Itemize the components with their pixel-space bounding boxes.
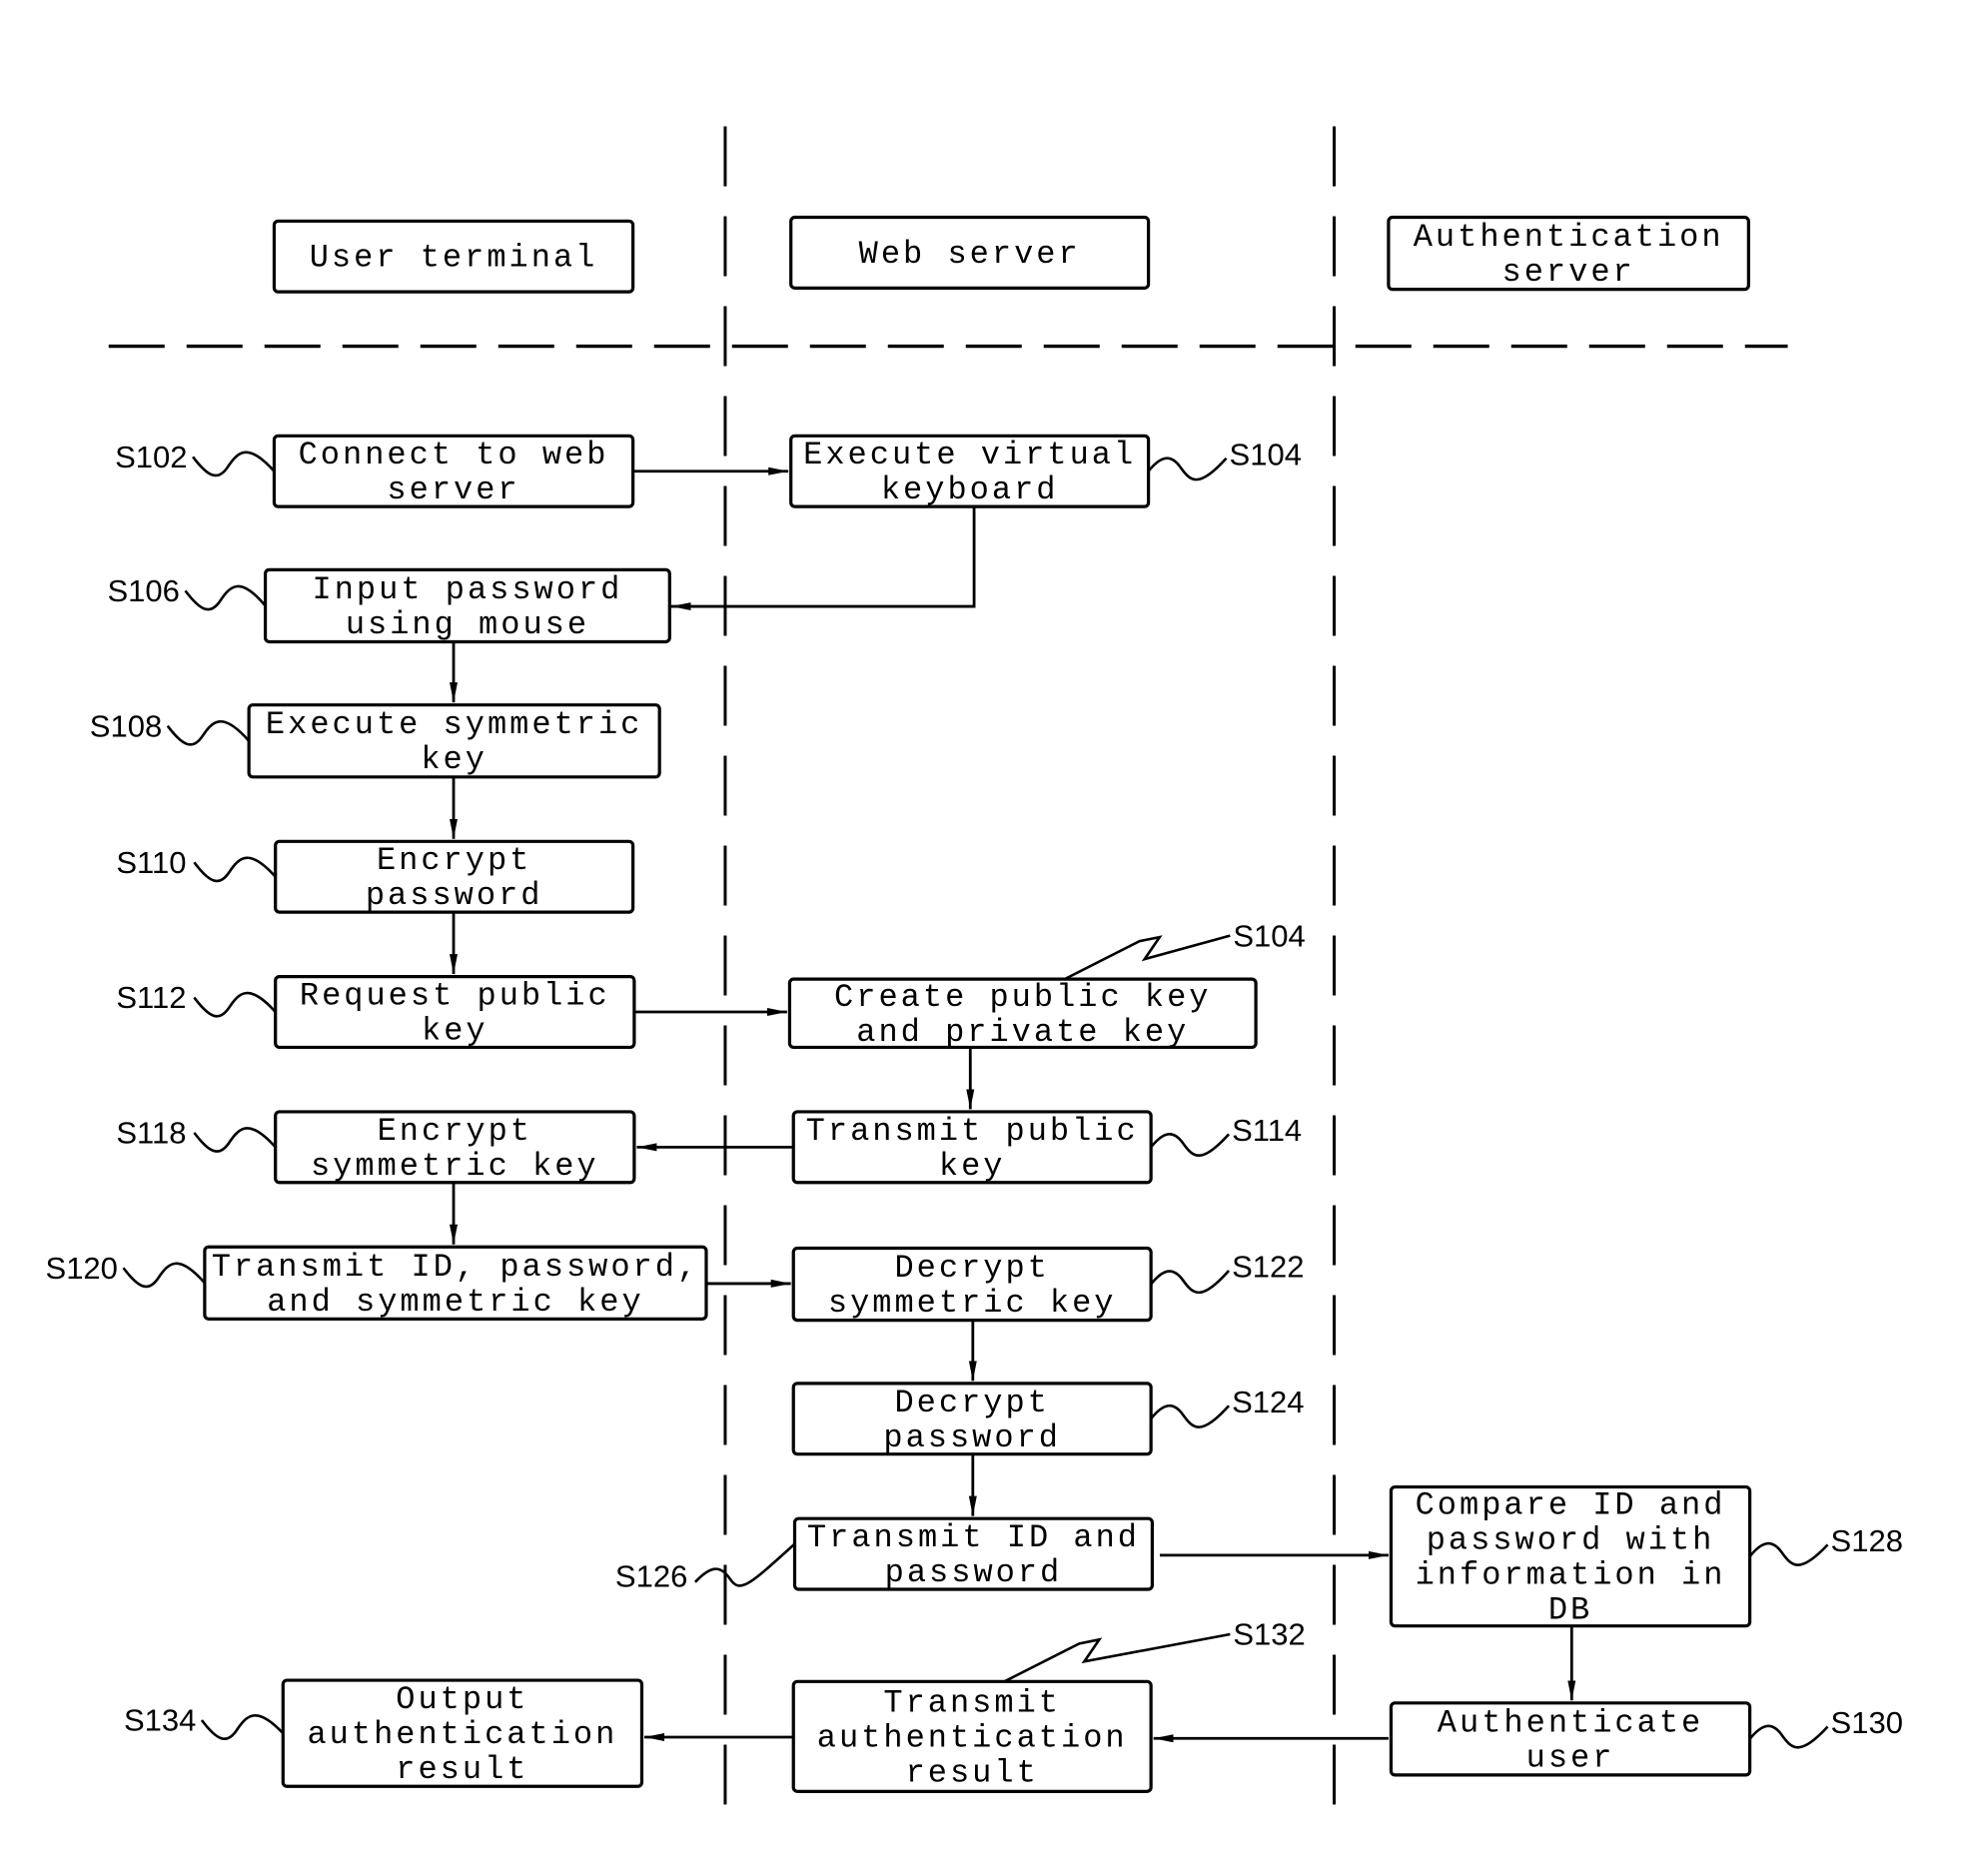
step-ref-label: S108 xyxy=(90,708,162,743)
step-s132: Transmitauthenticationresult S132 xyxy=(791,1617,1306,1793)
step-text: authentication xyxy=(817,1719,1128,1756)
step-ref-label: S110 xyxy=(116,845,186,880)
step-text: Create public key xyxy=(834,979,1211,1016)
step-text: Execute symmetric xyxy=(266,706,642,743)
leader-squiggle xyxy=(693,1542,796,1587)
step-ref-label: S114 xyxy=(1232,1113,1302,1148)
step-text: Transmit public xyxy=(806,1113,1139,1150)
step-s124: Decryptpassword S124 xyxy=(791,1382,1304,1456)
step-s114: Transmit publickey S114 xyxy=(791,1110,1302,1185)
step-ref-label: S130 xyxy=(1831,1705,1903,1740)
step-ref-label: S132 xyxy=(1233,1617,1305,1652)
lane-header-text: Web server xyxy=(859,236,1081,273)
step-s104: Execute virtualkeyboard S104 xyxy=(789,434,1302,508)
step-text: Input password xyxy=(313,571,623,608)
step-text: information in xyxy=(1416,1557,1726,1594)
leader-squiggle xyxy=(1147,457,1228,481)
step-text: password xyxy=(366,877,543,914)
step-s106: Input passwordusing mouse S106 xyxy=(107,567,671,644)
step-text: keyboard xyxy=(881,471,1059,508)
leader-squiggle xyxy=(193,856,277,883)
step-text: password xyxy=(883,1419,1061,1456)
step-s130: Authenticateuser S130 xyxy=(1389,1701,1903,1777)
step-text: Execute virtual xyxy=(803,437,1136,473)
leader-squiggle xyxy=(1748,1541,1829,1566)
leader-squiggle xyxy=(1003,1632,1231,1683)
step-text: authentication xyxy=(307,1716,617,1753)
step-ref-label: S112 xyxy=(116,980,186,1015)
step-text: Connect to web xyxy=(299,437,609,473)
step-ref-label: S120 xyxy=(46,1251,118,1286)
step-text: Transmit ID, password, xyxy=(212,1249,699,1286)
step-text: Transmit ID and xyxy=(807,1519,1140,1556)
leader-squiggle xyxy=(1150,1133,1231,1157)
lane-header-user: User terminal xyxy=(272,219,635,294)
step-s110: Encryptpassword S110 xyxy=(116,839,635,914)
step-text: Encrypt xyxy=(377,842,531,879)
step-ref-label: S104 xyxy=(1230,437,1302,471)
step-text: symmetric key xyxy=(828,1285,1117,1322)
leader-squiggle xyxy=(193,1127,277,1153)
step-s128: Compare ID andpassword withinformation i… xyxy=(1389,1484,1903,1629)
step-text: Transmit xyxy=(883,1684,1061,1721)
step-text: password xyxy=(885,1554,1063,1591)
step-text: and private key xyxy=(856,1014,1189,1051)
step-ref-label: S126 xyxy=(615,1558,687,1593)
step-text: server xyxy=(387,471,519,508)
step-s112: Request publickey S112 xyxy=(116,975,636,1050)
leader-squiggle xyxy=(1748,1724,1829,1749)
leader-squiggle xyxy=(200,1714,285,1740)
step-text: symmetric key xyxy=(311,1148,599,1185)
step-s108: Execute symmetrickey S108 xyxy=(90,703,661,779)
leader-squiggle xyxy=(192,451,276,477)
step-s122: Decryptsymmetric key S122 xyxy=(791,1246,1304,1323)
step-ref-label: S128 xyxy=(1831,1523,1903,1558)
step-s118: Encryptsymmetric key S118 xyxy=(116,1110,636,1185)
step-text: DB xyxy=(1548,1592,1592,1629)
step-text: Compare ID and xyxy=(1416,1487,1726,1524)
step-ref-label: S102 xyxy=(115,440,187,474)
step-s126: Transmit ID andpassword S126 xyxy=(615,1516,1155,1593)
lane-header-auth: Authenticationserver xyxy=(1387,215,1750,292)
step-text: result xyxy=(906,1754,1039,1791)
step-s102: Connect to webserver S102 xyxy=(115,434,635,508)
step-text: key xyxy=(939,1148,1006,1185)
step-text: result xyxy=(396,1751,528,1788)
leader-squiggle xyxy=(122,1262,206,1289)
step-ref-label: S122 xyxy=(1232,1250,1304,1285)
leader-squiggle xyxy=(1150,1270,1231,1295)
step-text: password with xyxy=(1427,1522,1715,1559)
step-text: and symmetric key xyxy=(267,1284,643,1321)
step-s134: Outputauthenticationresult S134 xyxy=(124,1678,644,1788)
step-text: Decrypt xyxy=(894,1250,1049,1287)
leader-squiggle xyxy=(1150,1405,1231,1428)
step-ref-label: S106 xyxy=(107,573,179,608)
step-text: key xyxy=(421,741,488,778)
step-s120: Transmit ID, password,and symmetric key S… xyxy=(46,1245,708,1321)
step-text: using mouse xyxy=(346,606,589,643)
leader-squiggle xyxy=(166,720,251,746)
step-text: Decrypt xyxy=(894,1385,1049,1421)
step-ref-label: S134 xyxy=(124,1703,196,1738)
step-text: key xyxy=(422,1013,489,1050)
step-text: Request public xyxy=(300,978,610,1015)
lane-header-text: server xyxy=(1502,254,1635,291)
step-text: Output xyxy=(396,1681,528,1718)
step-text: user xyxy=(1526,1739,1615,1776)
leader-squiggle xyxy=(193,991,277,1018)
lane-header-text: Authentication xyxy=(1414,219,1724,256)
flow-arrow-s104-s106 xyxy=(670,506,976,611)
step-ref-label: S104 xyxy=(1233,918,1305,953)
lane-header-web: Web server xyxy=(789,215,1151,290)
step-text: Authenticate xyxy=(1438,1704,1703,1741)
step-s104: Create public keyand private key S104 xyxy=(787,918,1306,1051)
step-ref-label: S118 xyxy=(116,1116,186,1151)
step-ref-label: S124 xyxy=(1232,1385,1304,1419)
leader-squiggle xyxy=(1064,934,1231,981)
flowchart-diagram: User terminal Web server Authenticationser… xyxy=(46,126,1903,1835)
leader-squiggle xyxy=(184,584,267,611)
step-text: Encrypt xyxy=(378,1113,532,1150)
lane-header-text: User terminal xyxy=(310,240,598,277)
